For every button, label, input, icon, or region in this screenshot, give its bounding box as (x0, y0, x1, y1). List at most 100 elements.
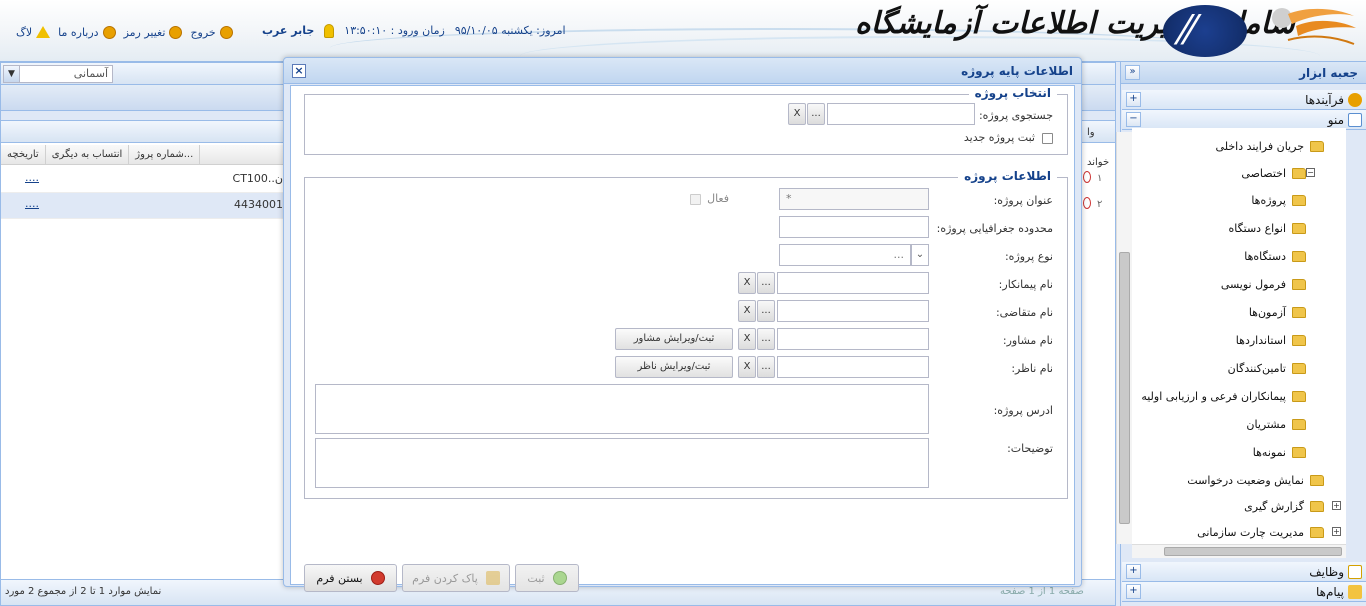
save-button[interactable]: ثبت (515, 564, 579, 592)
tree-item-org-chart[interactable]: مدیریت چارت سازمانی (1197, 524, 1324, 540)
tree-item-devices[interactable]: دستگاه‌ها (1244, 248, 1306, 264)
plus-circle-icon (552, 571, 567, 585)
close-icon[interactable]: × (292, 64, 306, 78)
tree-horizontal-scrollbar[interactable] (1132, 544, 1346, 558)
applicant-input[interactable] (777, 300, 929, 322)
broom-icon (485, 571, 500, 585)
applicant-clear-button[interactable]: X (738, 300, 756, 322)
tree-item-formula[interactable]: فرمول نویسی (1221, 276, 1306, 292)
expand-processes-button[interactable]: + (1126, 92, 1141, 107)
lab-logo (1272, 8, 1356, 45)
change-password-link[interactable]: تغییر رمز (124, 25, 183, 39)
power-icon (219, 25, 233, 39)
edit-consultant-button[interactable]: ثبت/ویرایش مشاور (615, 328, 733, 350)
dialog-body: انتخاب پروژه جستجوی پروژه: ... X ثبت پرو… (290, 85, 1075, 592)
expand-tasks-button[interactable]: + (1126, 564, 1141, 579)
folder-icon (1310, 526, 1324, 538)
accordion-tasks[interactable]: وظایف + (1122, 562, 1366, 582)
theme-select[interactable]: ▼ آسمانی (3, 65, 113, 83)
scrollbar-thumb[interactable] (1119, 252, 1130, 524)
search-project-browse-button[interactable]: ... (807, 103, 825, 125)
log-link[interactable]: لاگ (16, 26, 51, 39)
contractor-input[interactable] (777, 272, 929, 294)
expand-messages-button[interactable]: + (1126, 584, 1141, 599)
tree-item-reporting[interactable]: گزارش گیری (1244, 498, 1324, 514)
tree-item-label: جریان فرایند داخلی (1215, 139, 1304, 153)
row-number: ۱ (1097, 173, 1103, 184)
supervisor-label: نام ناظر: (1011, 362, 1053, 375)
processes-label: فرآیندها (1305, 93, 1344, 107)
tree-item-tests[interactable]: آزمون‌ها (1249, 304, 1306, 320)
search-project-input[interactable] (827, 103, 975, 125)
accordion-menu[interactable]: منو − (1122, 110, 1366, 130)
accordion-processes[interactable]: فرآیندها + (1122, 90, 1366, 110)
tasks-label: وظایف (1309, 565, 1344, 579)
tree-item-projects[interactable]: پروژه‌ها (1251, 192, 1306, 208)
project-title-input[interactable]: * (779, 188, 929, 210)
geo-area-input[interactable] (779, 216, 929, 238)
row-history-link[interactable]: .... (25, 171, 39, 184)
new-project-checkbox[interactable] (1042, 133, 1053, 144)
active-checkbox[interactable] (690, 194, 701, 205)
tree-expand-toggle[interactable]: + (1332, 527, 1341, 536)
contractor-clear-button[interactable]: X (738, 272, 756, 294)
applicant-browse-button[interactable]: ... (757, 300, 775, 322)
tree-item-label: گزارش گیری (1244, 499, 1304, 513)
tree-item-label: پروژه‌ها (1251, 193, 1286, 207)
tree-item-internal-process[interactable]: جریان فرایند داخلی (1216, 138, 1324, 154)
chevron-down-icon[interactable]: ⌄ (911, 244, 929, 266)
consultant-input[interactable] (777, 328, 929, 350)
tree-item-device-types[interactable]: انواع دستگاه (1228, 220, 1306, 236)
column-history[interactable]: تاریخچه (1, 145, 46, 164)
tree-vertical-scrollbar[interactable] (1116, 132, 1132, 544)
status-icon (1083, 171, 1091, 183)
supervisor-clear-button[interactable]: X (738, 356, 756, 378)
folder-icon (1292, 362, 1306, 374)
tree-collapse-toggle[interactable]: − (1306, 168, 1315, 177)
folder-icon (1292, 250, 1306, 262)
contractor-browse-button[interactable]: ... (757, 272, 775, 294)
paging-info: نمایش موارد 1 تا 2 از مجموع 2 مورد (5, 586, 162, 597)
row-number: ۲ (1097, 199, 1103, 210)
project-address-textarea[interactable] (315, 384, 929, 434)
tree-expand-toggle[interactable]: + (1332, 501, 1341, 510)
column-assign[interactable]: انتساب به دیگری (46, 145, 130, 164)
tree-item-request-status[interactable]: نمایش وضعیت درخواست (1187, 472, 1324, 488)
chevron-down-icon[interactable]: ▼ (4, 66, 20, 82)
tree-item-samples[interactable]: نمونه‌ها (1253, 444, 1306, 460)
tree-item-special[interactable]: اختصاصی (1241, 165, 1306, 181)
info-icon (102, 25, 116, 39)
row-history-link[interactable]: .... (25, 197, 39, 210)
supervisor-input[interactable] (777, 356, 929, 378)
row-code: CT100..ن (232, 172, 283, 185)
tree-item-standards[interactable]: استانداردها (1236, 332, 1306, 348)
clear-form-button[interactable]: پاک کردن فرم (402, 564, 510, 592)
consultant-clear-button[interactable]: X (738, 328, 756, 350)
project-type-select[interactable]: ... (779, 244, 911, 266)
logout-label: خروج (190, 25, 216, 39)
table-row[interactable]: .... CT100..ن (1, 167, 285, 193)
tree-item-customers[interactable]: مشتریان (1246, 416, 1306, 432)
logout-link[interactable]: خروج (190, 25, 233, 39)
supervisor-browse-button[interactable]: ... (757, 356, 775, 378)
dialog-title: اطلاعات پایه پروژه (961, 64, 1073, 78)
close-form-button[interactable]: بستن فرم (304, 564, 397, 592)
edit-supervisor-button[interactable]: ثبت/ویرایش ناظر (615, 356, 733, 378)
tree-item-label: دستگاه‌ها (1244, 249, 1286, 263)
table-row[interactable]: .... 4434001 (1, 193, 285, 219)
scrollbar-thumb[interactable] (1164, 547, 1342, 556)
collapse-menu-button[interactable]: − (1126, 112, 1141, 127)
dialog-titlebar[interactable]: × اطلاعات پایه پروژه (284, 58, 1081, 84)
notes-textarea[interactable] (315, 438, 929, 488)
tree-item-subcontractors[interactable]: پیمانکاران فرعی و ارزیابی اولیه (1141, 388, 1306, 404)
tree-item-suppliers[interactable]: تامین‌کنندگان (1228, 360, 1306, 376)
clear-form-label: پاک کردن فرم (412, 571, 478, 585)
column-project-number[interactable]: شماره پروژ... (129, 145, 201, 164)
consultant-browse-button[interactable]: ... (757, 328, 775, 350)
collapse-sidebar-button[interactable]: » (1125, 65, 1140, 80)
about-link[interactable]: درباره ما (58, 25, 116, 39)
accordion-messages[interactable]: پیام‌ها + (1122, 582, 1366, 602)
search-project-clear-button[interactable]: X (788, 103, 806, 125)
project-type-label: نوع پروژه: (1004, 250, 1053, 263)
new-project-label: ثبت پروژه جدید (963, 131, 1035, 144)
